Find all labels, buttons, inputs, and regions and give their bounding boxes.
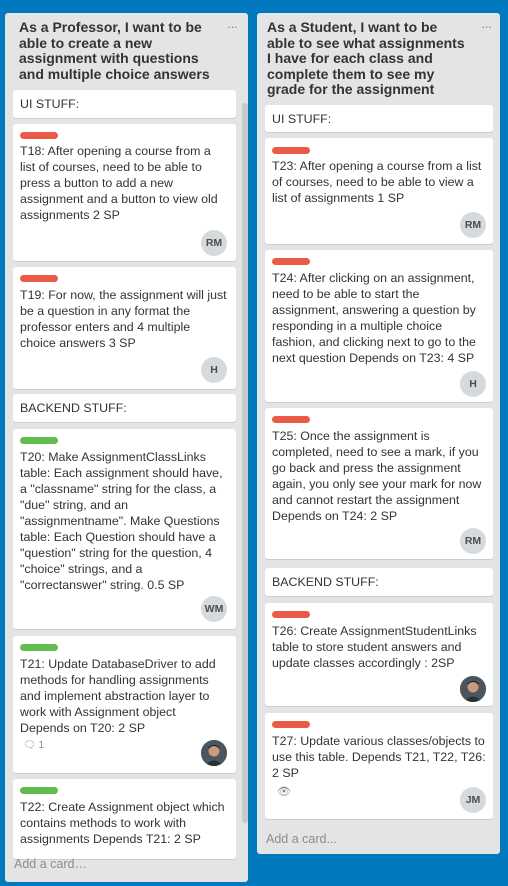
list-professor: As a Professor, I want to be able to cre… bbox=[5, 13, 248, 882]
card-title: T25: Once the assignment is completed, n… bbox=[272, 429, 482, 523]
add-card-link[interactable]: Add a card… bbox=[14, 857, 87, 871]
label-red[interactable] bbox=[272, 611, 310, 618]
card-title: T21: Update DatabaseDriver to add method… bbox=[20, 657, 216, 735]
card-title: UI STUFF: bbox=[20, 97, 80, 111]
card-title: T20: Make AssignmentClassLinks table: Ea… bbox=[20, 450, 223, 592]
card-title: BACKEND STUFF: bbox=[272, 575, 379, 589]
section-card-ui-stuff[interactable]: UI STUFF: bbox=[13, 90, 236, 118]
add-card-link[interactable]: Add a card... bbox=[266, 832, 337, 846]
avatar[interactable]: JM bbox=[460, 787, 486, 813]
card-t21[interactable]: T21: Update DatabaseDriver to add method… bbox=[13, 636, 236, 773]
section-card-backend-stuff[interactable]: BACKEND STUFF: bbox=[265, 568, 493, 596]
avatar-photo[interactable] bbox=[460, 676, 486, 702]
comment-badge: 🗨︎ 1 bbox=[23, 740, 44, 751]
avatar[interactable]: WM bbox=[201, 596, 227, 622]
list-menu-icon[interactable]: ··· bbox=[481, 19, 492, 34]
list-student: As a Student, I want to be able to see w… bbox=[257, 13, 500, 854]
card-t26[interactable]: T26: Create AssignmentStudentLinks table… bbox=[265, 603, 493, 706]
label-red[interactable] bbox=[20, 275, 58, 282]
card-t19[interactable]: T19: For now, the assignment will just b… bbox=[13, 267, 236, 389]
avatar-photo[interactable] bbox=[201, 740, 227, 766]
label-green[interactable] bbox=[20, 787, 58, 794]
card-title: T26: Create AssignmentStudentLinks table… bbox=[272, 624, 477, 670]
card-t27[interactable]: T27: Update various classes/objects to u… bbox=[265, 713, 493, 819]
avatar[interactable]: RM bbox=[201, 230, 227, 256]
list-scrollbar[interactable] bbox=[242, 103, 248, 823]
label-green[interactable] bbox=[20, 437, 58, 444]
card-t25[interactable]: T25: Once the assignment is completed, n… bbox=[265, 408, 493, 559]
card-t24[interactable]: T24: After clicking on an assignment, ne… bbox=[265, 250, 493, 402]
section-card-backend-stuff[interactable]: BACKEND STUFF: bbox=[13, 394, 236, 422]
card-t22[interactable]: T22: Create Assignment object which cont… bbox=[13, 779, 236, 859]
card-t20[interactable]: T20: Make AssignmentClassLinks table: Ea… bbox=[13, 429, 236, 629]
card-title: UI STUFF: bbox=[272, 112, 332, 126]
card-title: T24: After clicking on an assignment, ne… bbox=[272, 271, 476, 365]
label-green[interactable] bbox=[20, 644, 58, 651]
avatar[interactable]: RM bbox=[460, 528, 486, 554]
comment-count: 1 bbox=[38, 740, 45, 751]
comment-icon: 🗨︎ bbox=[23, 740, 36, 751]
label-red[interactable] bbox=[272, 258, 310, 265]
list-title[interactable]: As a Professor, I want to be able to cre… bbox=[19, 19, 214, 82]
card-title: T27: Update various classes/objects to u… bbox=[272, 734, 486, 780]
section-card-ui-stuff[interactable]: UI STUFF: bbox=[265, 105, 493, 132]
card-title: T22: Create Assignment object which cont… bbox=[20, 800, 225, 846]
card-title: BACKEND STUFF: bbox=[20, 401, 127, 415]
card-t23[interactable]: T23: After opening a course from a list … bbox=[265, 138, 493, 244]
label-red[interactable] bbox=[272, 147, 310, 154]
card-t18[interactable]: T18: After opening a course from a list … bbox=[13, 124, 236, 261]
avatar[interactable]: H bbox=[460, 371, 486, 397]
card-title: T18: After opening a course from a list … bbox=[20, 144, 218, 222]
avatar[interactable]: H bbox=[201, 357, 227, 383]
label-red[interactable] bbox=[272, 721, 310, 728]
watch-eye-icon: 👁︎ bbox=[277, 786, 291, 798]
card-title: T19: For now, the assignment will just b… bbox=[20, 288, 227, 350]
label-red[interactable] bbox=[20, 132, 58, 139]
card-title: T23: After opening a course from a list … bbox=[272, 159, 482, 205]
avatar[interactable]: RM bbox=[460, 212, 486, 238]
label-red[interactable] bbox=[272, 416, 310, 423]
list-menu-icon[interactable]: ··· bbox=[227, 19, 238, 34]
list-title[interactable]: As a Student, I want to be able to see w… bbox=[267, 19, 467, 98]
